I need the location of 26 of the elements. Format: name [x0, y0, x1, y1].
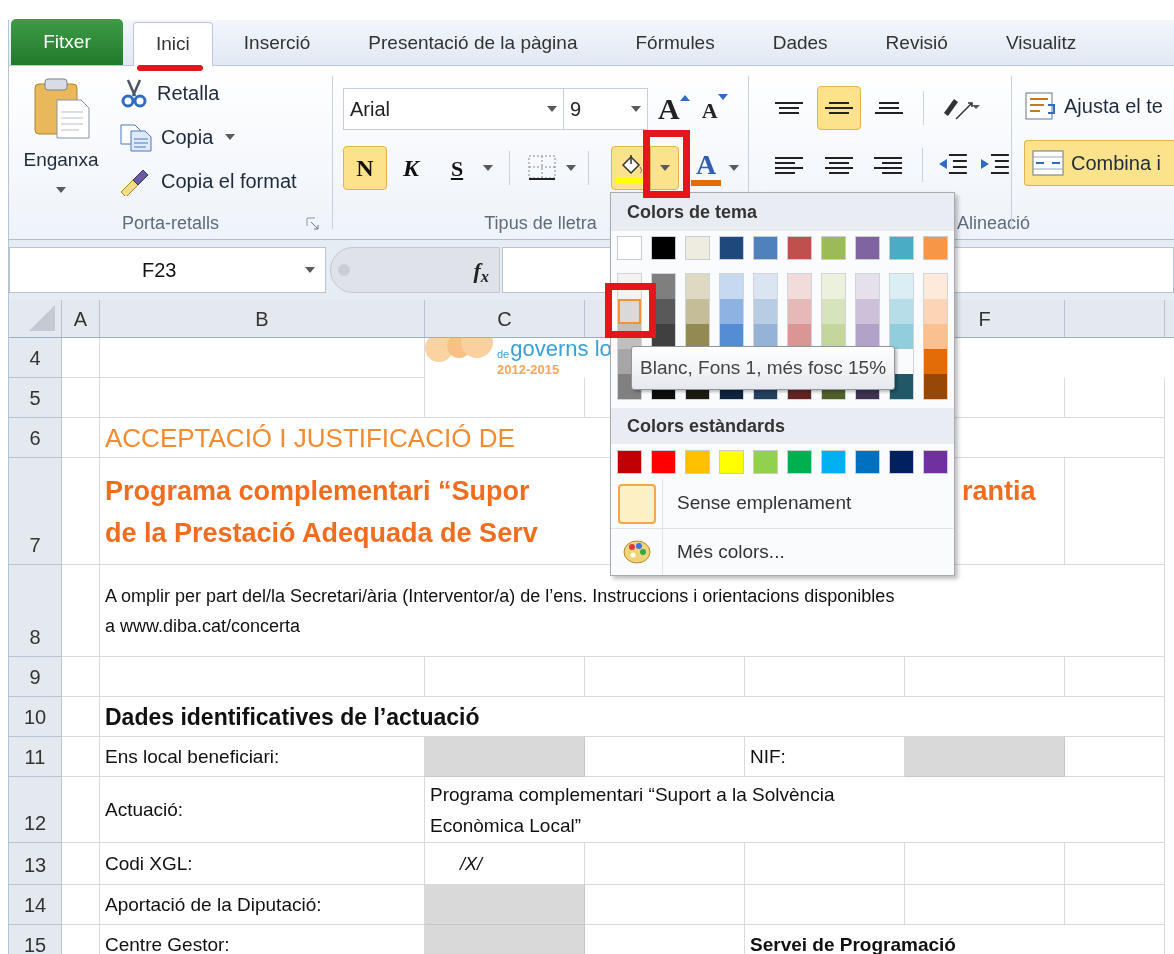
- heading-text: Programa complementari “Supor: [105, 475, 530, 508]
- cell-text: A omplir per part del/la Secretari/ària (Interventor/a) de l’ens. Instruccions i orientacions disponibles: [105, 584, 895, 608]
- logo-years: 2012-2015: [497, 363, 561, 376]
- cell-text: Ens local beneficiari:: [105, 744, 280, 769]
- tooltip: Blanc, Fons 1, més fosc 15%: [631, 346, 896, 390]
- group-label: Tipus de lletra: [484, 211, 597, 235]
- cell-text: Codi XGL:: [105, 851, 193, 876]
- heading-text: ACCEPTACIÓ I JUSTIFICACIÓ DE: [105, 421, 515, 454]
- cell-text: Econòmica Local”: [430, 813, 582, 838]
- group-label: Alineació: [957, 211, 1031, 235]
- heading-text: de la Prestació Adequada de Serv: [105, 517, 538, 550]
- group-label: Porta-retalls: [122, 211, 219, 235]
- heading-text: Dades identificatives de l’actuació: [105, 702, 480, 732]
- cell-text: Aportació de la Diputació:: [105, 892, 322, 917]
- menu-heading: Colors de tema: [627, 200, 758, 224]
- logo-text: de: [497, 349, 510, 360]
- cell-text: Programa complementari “Suport a la Solvència: [430, 782, 835, 807]
- heading-text: rantia: [962, 475, 1036, 508]
- menu-heading: Colors estàndards: [627, 414, 786, 438]
- cell-text: NIF:: [750, 744, 786, 769]
- cell-text: Servei de Programació: [750, 932, 956, 954]
- cell-text: Centre Gestor:: [105, 932, 230, 954]
- cell-text: Actuació:: [105, 797, 184, 822]
- cell-text: a www.diba.cat/concerta: [105, 614, 301, 638]
- logo-text: governs lo: [510, 338, 612, 360]
- cell-text: /X/: [460, 852, 482, 876]
